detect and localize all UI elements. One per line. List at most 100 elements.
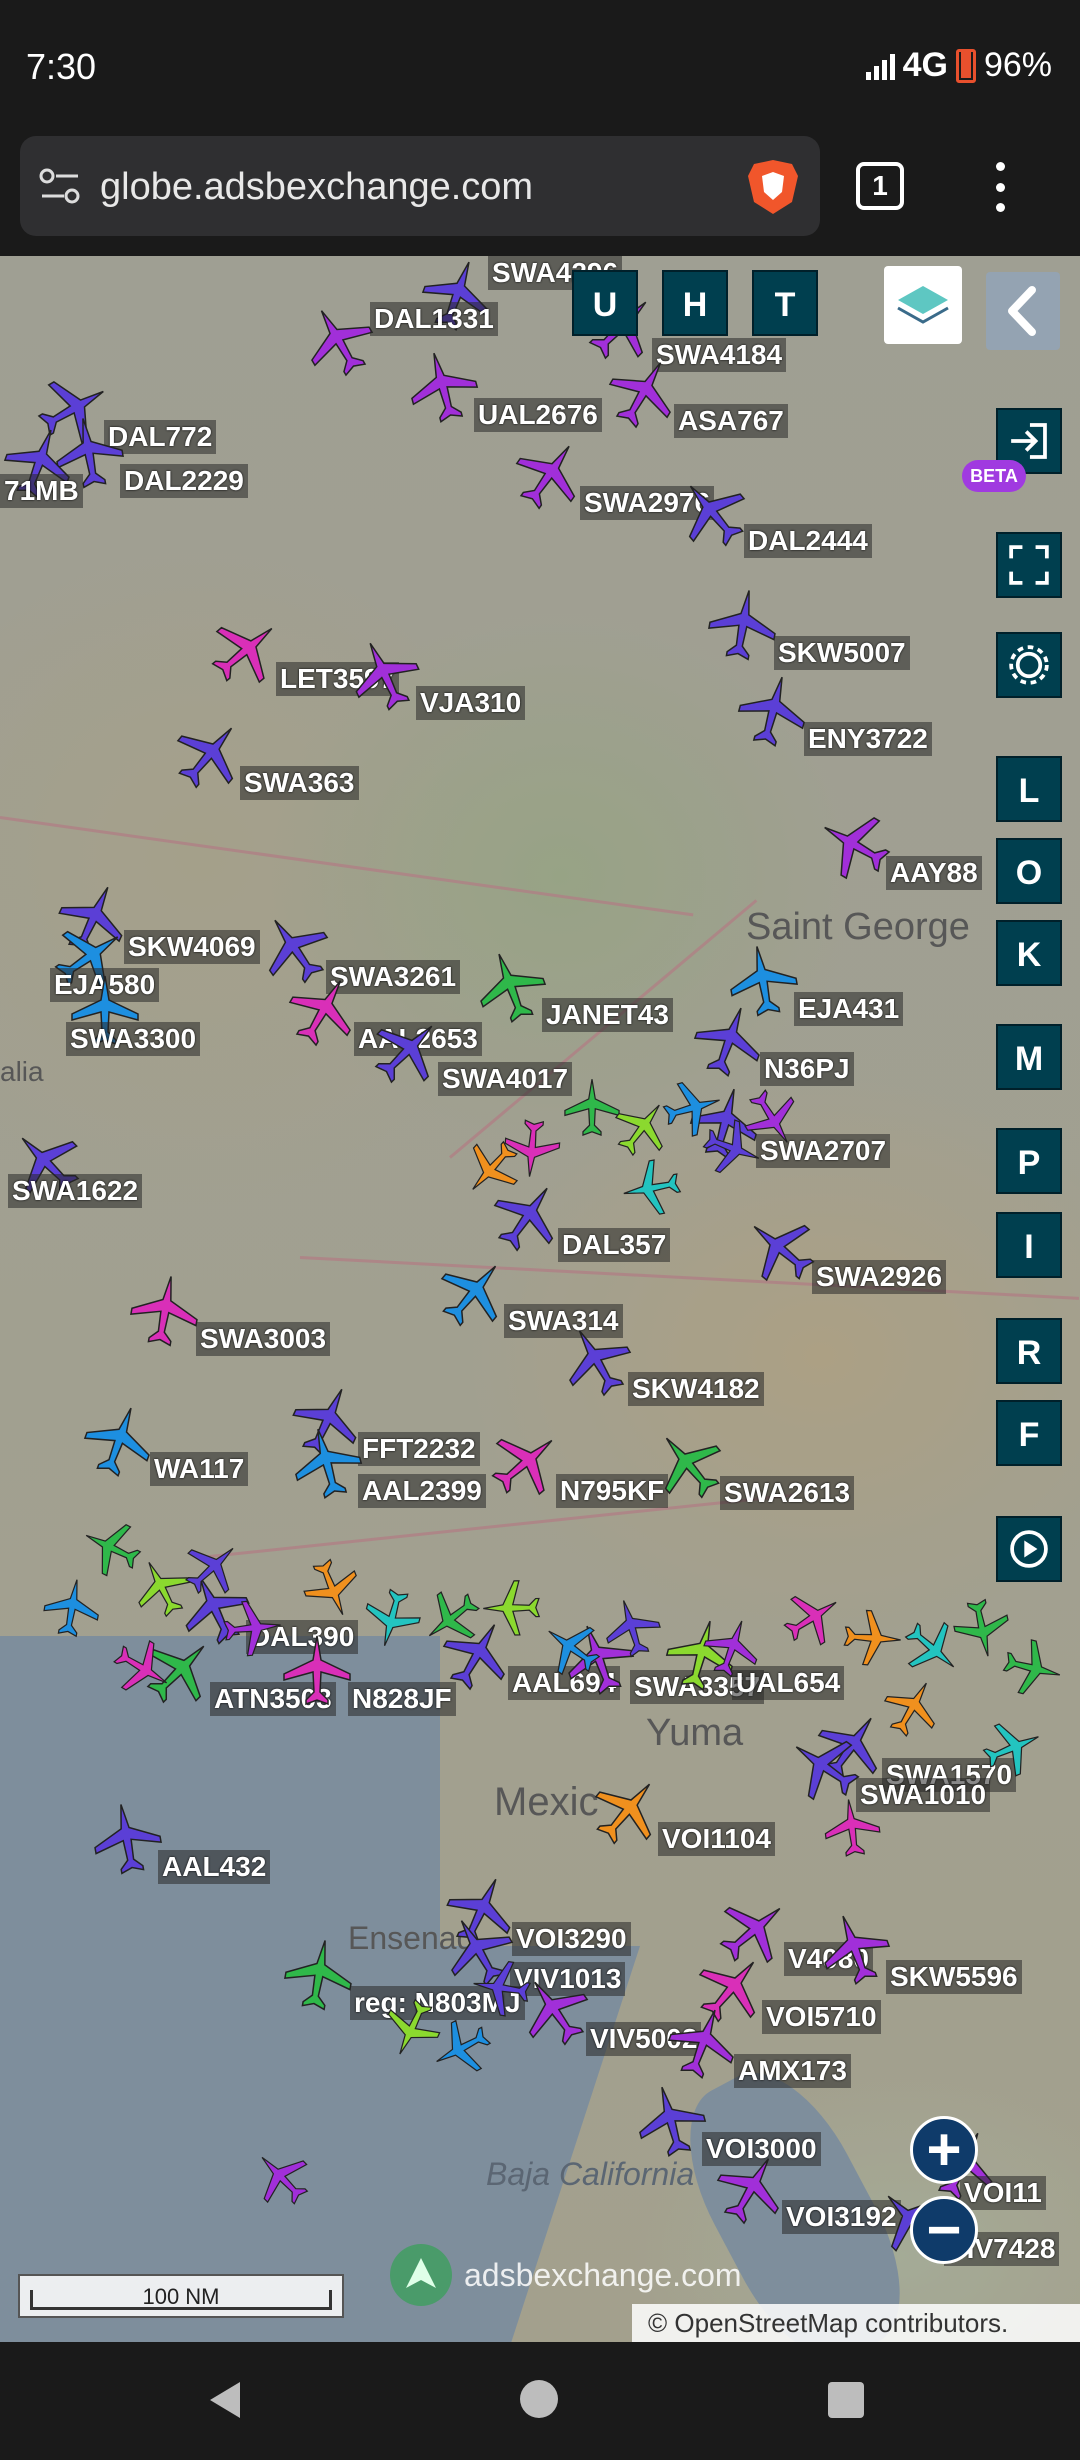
- toggle-k-button[interactable]: K: [996, 920, 1062, 986]
- aircraft-icon[interactable]: [368, 1012, 446, 1090]
- aircraft-icon[interactable]: [278, 1632, 356, 1710]
- flight-label[interactable]: WA117: [150, 1452, 249, 1486]
- nav-recents-icon[interactable]: [828, 2382, 864, 2418]
- aircraft-icon[interactable]: [980, 1716, 1044, 1780]
- aircraft-icon[interactable]: [434, 1254, 512, 1332]
- aircraft-icon[interactable]: [170, 716, 248, 794]
- aircraft-icon[interactable]: [620, 1156, 684, 1220]
- aircraft-icon[interactable]: [740, 1086, 804, 1150]
- zoom-in-button[interactable]: +: [910, 2116, 978, 2184]
- aircraft-icon[interactable]: [664, 2004, 742, 2082]
- aircraft-icon[interactable]: [480, 1576, 544, 1640]
- flight-label[interactable]: VOI5710: [762, 2000, 881, 2034]
- zoom-out-button[interactable]: −: [910, 2196, 978, 2264]
- aircraft-icon[interactable]: [110, 1636, 174, 1700]
- toggle-l-button[interactable]: L: [996, 756, 1062, 822]
- aircraft-icon[interactable]: [126, 1272, 204, 1350]
- flight-label[interactable]: VOI3290: [512, 1922, 631, 1956]
- aircraft-icon[interactable]: [840, 1606, 904, 1670]
- flight-label[interactable]: SWA4017: [438, 1062, 573, 1096]
- aircraft-icon[interactable]: [472, 948, 550, 1026]
- flight-label[interactable]: SWA3003: [196, 1322, 331, 1356]
- settings-button[interactable]: [996, 632, 1062, 698]
- aircraft-icon[interactable]: [786, 1728, 864, 1806]
- aircraft-icon[interactable]: [284, 972, 362, 1050]
- replay-button[interactable]: [996, 1516, 1062, 1582]
- flight-label[interactable]: 71MB: [0, 474, 83, 508]
- aircraft-icon[interactable]: [600, 1596, 664, 1660]
- aircraft-icon[interactable]: [420, 1586, 484, 1650]
- aircraft-icon[interactable]: [674, 474, 752, 552]
- aircraft-icon[interactable]: [700, 1616, 764, 1680]
- toggle-h-button[interactable]: H: [662, 270, 728, 336]
- browser-menu-icon[interactable]: [990, 162, 1010, 212]
- aircraft-icon[interactable]: [88, 1800, 166, 1878]
- aircraft-icon[interactable]: [288, 1424, 366, 1502]
- flight-label[interactable]: AAY88: [886, 856, 982, 890]
- flight-label[interactable]: SWA363: [240, 766, 359, 800]
- toggle-t-button[interactable]: T: [752, 270, 818, 336]
- flight-label[interactable]: ASA767: [674, 404, 788, 438]
- aircraft-icon[interactable]: [780, 1586, 844, 1650]
- toggle-o-button[interactable]: O: [996, 838, 1062, 904]
- flight-label[interactable]: ENY3722: [804, 722, 932, 756]
- flight-label[interactable]: VJA310: [416, 686, 526, 720]
- flight-label[interactable]: SKW4069: [124, 930, 260, 964]
- flight-map[interactable]: Saint George Yuma Mexic Ensenad Baja Cal…: [0, 256, 1080, 2342]
- flight-label[interactable]: VOI1104: [658, 1822, 775, 1856]
- toggle-m-button[interactable]: M: [996, 1024, 1062, 1090]
- aircraft-icon[interactable]: [250, 2146, 314, 2210]
- aircraft-icon[interactable]: [690, 1002, 768, 1080]
- flight-label[interactable]: SKW4182: [628, 1372, 764, 1406]
- aircraft-icon[interactable]: [734, 672, 812, 750]
- aircraft-icon[interactable]: [632, 2082, 710, 2160]
- aircraft-icon[interactable]: [558, 1322, 636, 1400]
- map-attribution[interactable]: © OpenStreetMap contributors.: [632, 2304, 1080, 2342]
- aircraft-icon[interactable]: [280, 1936, 358, 2014]
- flight-label[interactable]: AAL2399: [358, 1474, 486, 1508]
- aircraft-icon[interactable]: [820, 1796, 884, 1860]
- aircraft-icon[interactable]: [220, 1596, 284, 1660]
- aircraft-icon[interactable]: [360, 1586, 424, 1650]
- collapse-sidebar-button[interactable]: [986, 272, 1060, 350]
- flight-label[interactable]: SWA2613: [720, 1476, 855, 1510]
- toggle-u-button[interactable]: U: [572, 270, 638, 336]
- aircraft-icon[interactable]: [742, 1210, 820, 1288]
- aircraft-icon[interactable]: [604, 354, 682, 432]
- tab-switcher-button[interactable]: 1: [856, 162, 904, 210]
- aircraft-icon[interactable]: [346, 636, 424, 714]
- aircraft-icon[interactable]: [816, 1910, 894, 1988]
- address-bar[interactable]: globe.adsbexchange.com: [20, 136, 820, 236]
- aircraft-icon[interactable]: [404, 348, 482, 426]
- aircraft-icon[interactable]: [206, 612, 284, 690]
- aircraft-icon[interactable]: [470, 1956, 534, 2020]
- aircraft-icon[interactable]: [430, 2016, 494, 2080]
- aircraft-icon[interactable]: [704, 586, 782, 664]
- aircraft-icon[interactable]: [540, 1616, 604, 1680]
- flight-label[interactable]: VOI11: [960, 2176, 1046, 2210]
- aircraft-icon[interactable]: [80, 1402, 158, 1480]
- flight-label[interactable]: UAL2676: [474, 398, 602, 432]
- toggle-r-button[interactable]: R: [996, 1318, 1062, 1384]
- aircraft-icon[interactable]: [510, 436, 588, 514]
- toggle-f-button[interactable]: F: [996, 1400, 1062, 1466]
- flight-label[interactable]: DAL1331: [370, 302, 498, 336]
- aircraft-icon[interactable]: [486, 1424, 564, 1502]
- aircraft-icon[interactable]: [588, 1772, 666, 1850]
- aircraft-icon[interactable]: [880, 1676, 944, 1740]
- flight-label[interactable]: N36PJ: [760, 1052, 854, 1086]
- flight-label[interactable]: DAL2229: [120, 464, 248, 498]
- aircraft-icon[interactable]: [300, 302, 378, 380]
- toggle-p-button[interactable]: P: [996, 1128, 1062, 1194]
- aircraft-icon[interactable]: [180, 1536, 244, 1600]
- brave-shields-icon[interactable]: [746, 158, 800, 216]
- flight-label[interactable]: SKW5596: [886, 1960, 1022, 1994]
- flight-label[interactable]: SKW5007: [774, 636, 910, 670]
- nav-back-icon[interactable]: [210, 2382, 240, 2418]
- flight-label[interactable]: FFT2232: [358, 1432, 480, 1466]
- aircraft-icon[interactable]: [816, 806, 894, 884]
- aircraft-icon[interactable]: [650, 1426, 728, 1504]
- url-text[interactable]: globe.adsbexchange.com: [100, 166, 533, 209]
- site-settings-icon[interactable]: [38, 166, 82, 206]
- aircraft-icon[interactable]: [40, 1576, 104, 1640]
